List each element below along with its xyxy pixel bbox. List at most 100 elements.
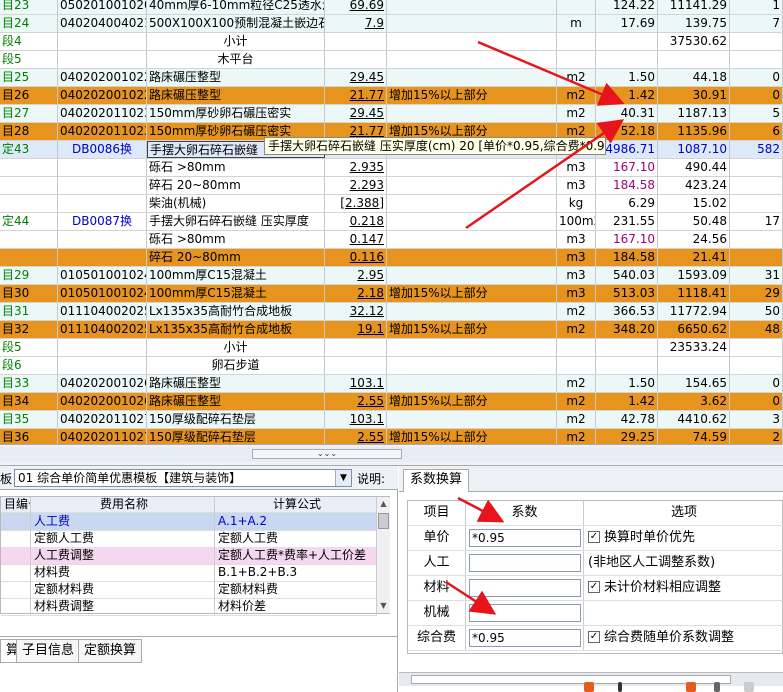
coef-input[interactable] bbox=[469, 554, 581, 572]
fee-name-cell[interactable]: 定额人工费 bbox=[31, 530, 215, 547]
cell-c7[interactable]: 17.69 bbox=[596, 15, 658, 32]
cell-c8[interactable]: 23533.24 bbox=[658, 339, 730, 356]
cell-c6[interactable]: m3 bbox=[557, 231, 596, 248]
cell-c8[interactable]: 1118.41 bbox=[658, 285, 730, 302]
cell-c5[interactable] bbox=[387, 33, 557, 50]
cell-c2[interactable] bbox=[58, 159, 147, 176]
cell-c4[interactable]: 2.55 bbox=[325, 393, 387, 410]
cell-c3[interactable]: 路床碾压整型 bbox=[147, 393, 325, 410]
fee-code-cell[interactable] bbox=[1, 598, 31, 615]
cell-c3[interactable]: 100mm厚C15混凝土 bbox=[147, 267, 325, 284]
cell-c6[interactable]: m2 bbox=[557, 69, 596, 86]
table-row[interactable]: 定44DB0087换手摆大卵石碎石嵌缝 压实厚度0.218 100m2231.55… bbox=[0, 213, 783, 231]
cell-c3[interactable]: 碎石 20~80mm bbox=[147, 177, 325, 194]
cell-c1[interactable]: 目27 bbox=[0, 105, 58, 122]
cell-c3[interactable]: 40mm厚6-10mm粒径C25透水混凝 bbox=[147, 0, 325, 14]
cell-c9[interactable]: 0 bbox=[730, 69, 783, 86]
cell-c1[interactable]: 目26 bbox=[0, 87, 58, 104]
cell-c9[interactable]: 1 bbox=[730, 0, 783, 14]
tab-quota-conversion[interactable]: 定额换算 bbox=[78, 639, 143, 663]
cell-c6[interactable]: m2 bbox=[557, 105, 596, 122]
cell-c2[interactable] bbox=[58, 339, 147, 356]
cell-c7[interactable] bbox=[596, 51, 658, 68]
cell-c8[interactable]: 490.44 bbox=[658, 159, 730, 176]
cell-c7[interactable]: 513.03 bbox=[596, 285, 658, 302]
template-select[interactable]: 01 综合单价简单优惠模板【建筑与装饰】 ▼ bbox=[14, 469, 352, 487]
tab-item-info[interactable]: 子目信息 bbox=[16, 639, 81, 663]
table-row[interactable]: 砾石 >80mm 2.935 m3 167.10 490.44 bbox=[0, 159, 783, 177]
cell-c4[interactable]: 2.18 bbox=[325, 285, 387, 302]
cell-c2[interactable]: 040202011023 bbox=[58, 123, 147, 140]
cell-c2[interactable]: DB0086换 bbox=[58, 141, 147, 158]
cell-c2[interactable]: 040204004021 bbox=[58, 15, 147, 32]
tab-coefficient-conversion[interactable]: 系数换算 bbox=[403, 469, 470, 492]
cell-c1[interactable]: 定43 bbox=[0, 141, 58, 158]
cell-c8[interactable]: 11141.29 bbox=[658, 0, 730, 14]
cell-c5[interactable] bbox=[387, 231, 557, 248]
cell-c6[interactable]: m2 bbox=[557, 87, 596, 104]
table-row[interactable]: 砾石 >80mm 0.147 m3 167.10 24.56 bbox=[0, 231, 783, 249]
cell-c5[interactable] bbox=[387, 195, 557, 212]
cell-c5[interactable] bbox=[387, 303, 557, 320]
cell-c7[interactable] bbox=[596, 339, 658, 356]
cell-c3[interactable]: 150厚级配碎石垫层 bbox=[147, 411, 325, 428]
cell-c1[interactable]: 目24 bbox=[0, 15, 58, 32]
cell-c1[interactable]: 目23 bbox=[0, 0, 58, 14]
cell-c7[interactable]: 1.50 bbox=[596, 69, 658, 86]
cell-c3[interactable]: 卵石步道 bbox=[147, 357, 325, 374]
cell-c4[interactable] bbox=[325, 357, 387, 374]
cell-c1[interactable] bbox=[0, 195, 58, 212]
cell-c4[interactable]: 0.147 bbox=[325, 231, 387, 248]
cell-c3[interactable]: Lx135x35高耐竹合成地板 bbox=[147, 303, 325, 320]
cell-c9[interactable]: 2 bbox=[730, 429, 783, 444]
cell-c8[interactable]: 44.18 bbox=[658, 69, 730, 86]
cell-c9[interactable]: 48 bbox=[730, 321, 783, 338]
scroll-down-icon[interactable]: ▼ bbox=[377, 599, 390, 613]
fee-formula-cell[interactable]: A.1+A.2 bbox=[215, 513, 377, 530]
cell-c8[interactable]: 1135.96 bbox=[658, 123, 730, 140]
cell-c7[interactable]: 184.58 bbox=[596, 249, 658, 266]
cell-c2[interactable] bbox=[58, 33, 147, 50]
cell-c4[interactable]: 103.1 bbox=[325, 411, 387, 428]
cell-c1[interactable]: 定44 bbox=[0, 213, 58, 230]
cell-c4[interactable]: 2.95 bbox=[325, 267, 387, 284]
cell-c1[interactable]: 目36 bbox=[0, 429, 58, 444]
table-row[interactable]: 目24 040204004021 500X100X100预制混凝土嵌边石 7.9 m 17… bbox=[0, 15, 783, 33]
cell-c1[interactable] bbox=[0, 231, 58, 248]
table-row[interactable]: 目31 011104002025 Lx135x35高耐竹合成地板 32.12 m2 366… bbox=[0, 303, 783, 321]
cell-c1[interactable]: 段4 bbox=[0, 33, 58, 50]
cell-c5[interactable] bbox=[387, 159, 557, 176]
cell-c9[interactable]: 17 bbox=[730, 213, 783, 230]
fee-code-cell[interactable] bbox=[1, 547, 31, 564]
cell-c6[interactable] bbox=[557, 33, 596, 50]
cell-c9[interactable]: 0 bbox=[730, 87, 783, 104]
cell-c5[interactable]: 增加15%以上部分 bbox=[387, 429, 557, 444]
cell-c1[interactable]: 目33 bbox=[0, 375, 58, 392]
cell-c1[interactable]: 目34 bbox=[0, 393, 58, 410]
cell-c2[interactable]: 011104002025 bbox=[58, 321, 147, 338]
cell-c7[interactable]: 184.58 bbox=[596, 177, 658, 194]
cell-c5[interactable] bbox=[387, 0, 557, 14]
cell-c7[interactable]: 366.53 bbox=[596, 303, 658, 320]
cell-c1[interactable]: 目29 bbox=[0, 267, 58, 284]
cell-c3[interactable]: 150厚级配碎石垫层 bbox=[147, 429, 325, 444]
cell-c9[interactable] bbox=[730, 33, 783, 50]
table-row[interactable]: 段6 卵石步道 bbox=[0, 357, 783, 375]
splitter-grip-icon[interactable]: ⌄⌄⌄ bbox=[252, 449, 402, 459]
cell-c4[interactable]: 29.45 bbox=[325, 105, 387, 122]
coef-input[interactable]: *0.95 bbox=[469, 629, 581, 647]
cell-c7[interactable]: 1.42 bbox=[596, 393, 658, 410]
checkbox-checked-icon[interactable]: ✓ bbox=[588, 530, 600, 543]
cell-c2[interactable]: 010501001024 bbox=[58, 267, 147, 284]
fee-code-cell[interactable] bbox=[1, 581, 31, 598]
cell-c4[interactable]: 2.55 bbox=[325, 429, 387, 444]
cell-c7[interactable]: 348.20 bbox=[596, 321, 658, 338]
cell-c1[interactable]: 段6 bbox=[0, 357, 58, 374]
cell-c5[interactable] bbox=[387, 105, 557, 122]
cell-c8[interactable]: 4410.62 bbox=[658, 411, 730, 428]
cell-c4[interactable]: 7.9 bbox=[325, 15, 387, 32]
cell-c4[interactable]: 69.69 bbox=[325, 0, 387, 14]
cell-c6[interactable]: m2 bbox=[557, 429, 596, 444]
fee-code-cell[interactable] bbox=[1, 564, 31, 581]
cell-c6[interactable]: m2 bbox=[557, 375, 596, 392]
